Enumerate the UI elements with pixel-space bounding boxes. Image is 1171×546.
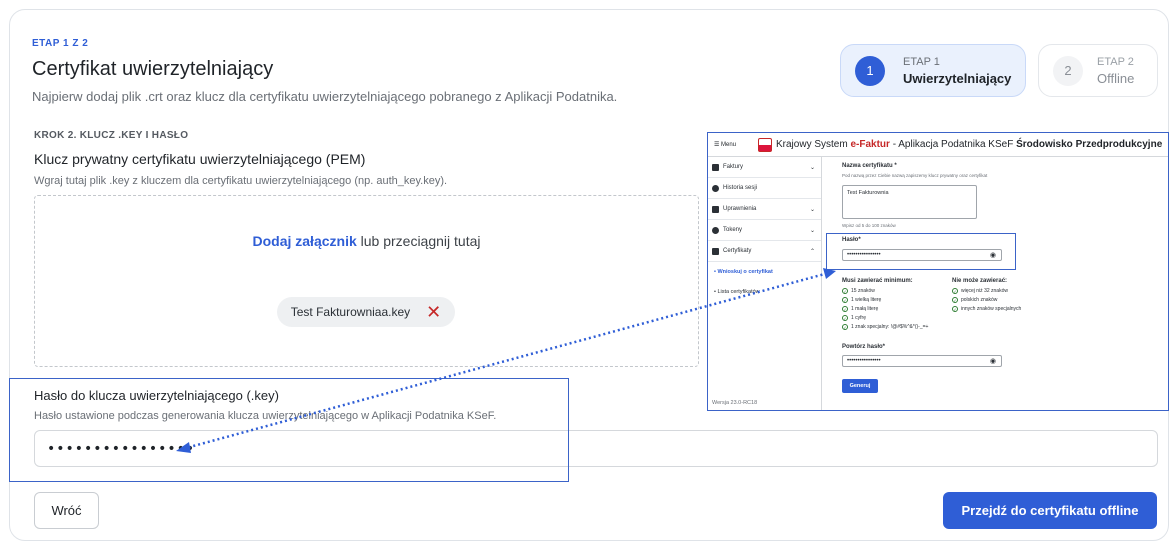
inset-generate-button: Generuj bbox=[842, 379, 878, 393]
step-1-title: Uwierzytelniający bbox=[903, 70, 1012, 86]
inset-cannot-title: Nie może zawierać: bbox=[952, 278, 1008, 284]
chevron-up-icon: ⌃ bbox=[809, 248, 815, 255]
file-dropzone[interactable]: Dodaj załącznik lub przeciągnij tutaj Te… bbox=[34, 195, 699, 367]
inset-cert-name-field: Test Fakturownia bbox=[842, 185, 977, 219]
emblem-icon bbox=[758, 137, 772, 152]
inset-sidebar-subitem: • Wnioskuj o certyfikat bbox=[714, 269, 773, 275]
step-heading: KROK 2. KLUCZ .KEY I HASŁO bbox=[34, 130, 189, 141]
inset-sidebar-item: Uprawnienia ⌄ bbox=[708, 199, 821, 220]
inset-repeat-label: Powtórz hasło* bbox=[842, 344, 886, 350]
inset-sidebar-item: Historia sesji bbox=[708, 178, 821, 199]
inset-rule: ✓ 1 cyfrę bbox=[842, 315, 867, 321]
uploaded-file-chip: Test Fakturowniaa.key ✕ bbox=[277, 297, 455, 327]
inset-version: Wersja 23.0-RC18 bbox=[712, 400, 758, 406]
chevron-down-icon: ⌄ bbox=[809, 227, 815, 234]
inset-must-title: Musi zawierać minimum: bbox=[842, 278, 913, 284]
inset-brand: Krajowy System e-Faktur - Aplikacja Poda… bbox=[776, 139, 1163, 150]
inset-rule: ✓ 1 znak specjalny: !@#$%^&*()-_=+ bbox=[842, 324, 929, 330]
check-icon: ✓ bbox=[842, 315, 848, 321]
inset-menu: ☰ Menu bbox=[714, 142, 737, 148]
inset-rule: ✓ 15 znaków bbox=[842, 288, 875, 294]
drop-hint: lub przeciągnij tutaj bbox=[356, 233, 481, 249]
key-section-subtitle: Wgraj tutaj plik .key z kluczem dla cert… bbox=[34, 175, 448, 187]
ksef-screenshot-inset: ☰ Menu Krajowy System e-Faktur - Aplikac… bbox=[707, 132, 1169, 411]
check-icon: ✓ bbox=[842, 297, 848, 303]
inset-sidebar: Faktury ⌄ Historia sesji Uprawnienia ⌄ Tok… bbox=[708, 157, 822, 410]
inset-form: Nazwa certyfikatu * Pod nazwą przez Cieb… bbox=[836, 157, 1166, 410]
back-button[interactable]: Wróć bbox=[34, 492, 99, 529]
inset-sidebar-item: Certyfikaty ⌃ bbox=[708, 241, 821, 262]
inset-cert-name-count: Wpisz od 5 do 100 znaków bbox=[842, 223, 896, 228]
check-icon: ✓ bbox=[842, 324, 848, 330]
eye-off-icon: ◉ bbox=[989, 358, 996, 365]
page-title: Certyfikat uwierzytelniający bbox=[32, 58, 274, 80]
inset-sidebar-item: Faktury ⌄ bbox=[708, 157, 821, 178]
check-icon: ✓ bbox=[952, 297, 958, 303]
dropzone-text: Dodaj załącznik lub przeciągnij tutaj bbox=[35, 233, 698, 249]
step-2-number: 2 bbox=[1053, 55, 1083, 86]
inset-repeat-field: •••••••••••••••• ◉ bbox=[842, 355, 1002, 367]
add-attachment-link[interactable]: Dodaj załącznik bbox=[252, 233, 356, 249]
clock-icon bbox=[712, 184, 719, 192]
users-icon bbox=[712, 205, 719, 213]
remove-file-icon[interactable]: ✕ bbox=[426, 303, 441, 321]
inset-cert-name-label: Nazwa certyfikatu * bbox=[842, 163, 897, 169]
password-subtitle: Hasło ustawione podczas generowania kluc… bbox=[34, 410, 497, 422]
document-icon bbox=[712, 163, 719, 171]
step-2-title: Offline bbox=[1097, 70, 1135, 86]
key-password-input[interactable] bbox=[34, 430, 1158, 467]
page-subtitle: Najpierw dodaj plik .crt oraz klucz dla … bbox=[32, 89, 618, 104]
check-icon: ✓ bbox=[842, 288, 848, 294]
uploaded-file-name: Test Fakturowniaa.key bbox=[290, 305, 411, 319]
check-icon: ✓ bbox=[952, 306, 958, 312]
step-1-number: 1 bbox=[855, 55, 885, 86]
inset-rule: ✓ polskich znaków bbox=[952, 297, 998, 303]
inset-rule: ✓ 1 wielką literę bbox=[842, 297, 882, 303]
inset-cert-name-help: Pod nazwą przez Ciebie nazwą zapiszemy k… bbox=[842, 173, 988, 178]
password-title: Hasło do klucza uwierzytelniającego (.ke… bbox=[34, 388, 279, 403]
step-2-indicator[interactable]: 2 ETAP 2 Offline bbox=[1038, 44, 1158, 97]
inset-sidebar-subitem: • Lista certyfikatów bbox=[714, 289, 760, 295]
step-1-label: ETAP 1 bbox=[903, 55, 940, 68]
inset-rule: ✓ innych znaków specjalnych bbox=[952, 306, 1022, 312]
chevron-down-icon: ⌄ bbox=[809, 206, 815, 213]
inset-topbar: ☰ Menu Krajowy System e-Faktur - Aplikac… bbox=[708, 133, 1168, 157]
next-offline-button[interactable]: Przejdź do certyfikatu offline bbox=[943, 492, 1157, 529]
inset-rule: ✓ 1 małą literę bbox=[842, 306, 879, 312]
inset-sidebar-item: Tokeny ⌄ bbox=[708, 220, 821, 241]
step-2-label: ETAP 2 bbox=[1097, 55, 1134, 68]
token-icon bbox=[712, 226, 719, 234]
check-icon: ✓ bbox=[952, 288, 958, 294]
key-section-title: Klucz prywatny certyfikatu uwierzytelnia… bbox=[34, 151, 366, 167]
step-1-indicator[interactable]: 1 ETAP 1 Uwierzytelniający bbox=[840, 44, 1026, 97]
check-icon: ✓ bbox=[842, 306, 848, 312]
certificate-icon bbox=[712, 247, 719, 255]
inset-password-highlight bbox=[826, 233, 1016, 270]
inset-rule: ✓ więcej niż 32 znaków bbox=[952, 288, 1008, 294]
chevron-down-icon: ⌄ bbox=[809, 164, 815, 171]
stage-counter: ETAP 1 Z 2 bbox=[32, 38, 89, 49]
